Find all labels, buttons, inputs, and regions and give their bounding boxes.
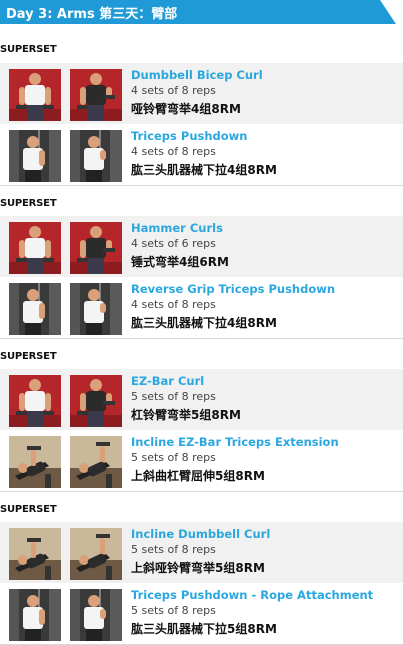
exercise-photo[interactable] <box>9 222 61 274</box>
exercise-row[interactable]: Hammer Curls 4 sets of 6 reps 锤式弯举4组6RM <box>0 216 403 278</box>
exercise-photo[interactable] <box>70 283 122 335</box>
exercise-sets: 4 sets of 8 reps <box>131 145 216 158</box>
exercise-photo-image <box>9 222 61 274</box>
exercise-name[interactable]: Dumbbell Bicep Curl <box>131 68 263 82</box>
exercise-photo-image <box>9 69 61 121</box>
exercise-row[interactable]: Reverse Grip Triceps Pushdown 4 sets of … <box>0 277 403 339</box>
exercise-row[interactable]: Triceps Pushdown 4 sets of 8 reps 肱三头肌器械… <box>0 124 403 186</box>
superset-label: SUPERSET <box>0 351 57 362</box>
exercise-row[interactable]: Dumbbell Bicep Curl 4 sets of 8 reps 哑铃臂… <box>0 63 403 125</box>
exercise-photo[interactable] <box>70 222 122 274</box>
exercise-photo-image <box>9 283 61 335</box>
exercise-photo[interactable] <box>70 375 122 427</box>
exercise-photo[interactable] <box>70 528 122 580</box>
exercise-chinese-label: 上斜曲杠臂屈伸5组8RM <box>131 469 265 483</box>
superset-label: SUPERSET <box>0 44 57 55</box>
exercise-photo[interactable] <box>70 130 122 182</box>
exercise-photo[interactable] <box>70 69 122 121</box>
exercise-photo-image <box>70 589 122 641</box>
exercise-chinese-label: 肱三头肌器械下拉5组8RM <box>131 622 277 636</box>
exercise-photo-image <box>9 375 61 427</box>
exercise-chinese-label: 肱三头肌器械下拉4组8RM <box>131 316 277 330</box>
exercise-name[interactable]: EZ-Bar Curl <box>131 374 204 388</box>
exercise-photo[interactable] <box>9 589 61 641</box>
exercise-photo[interactable] <box>9 283 61 335</box>
exercise-photo[interactable] <box>9 375 61 427</box>
exercise-chinese-label: 杠铃臂弯举5组8RM <box>131 408 241 422</box>
exercise-photo-image <box>9 589 61 641</box>
exercise-photo-image <box>70 528 122 580</box>
exercise-name[interactable]: Hammer Curls <box>131 221 223 235</box>
exercise-photo-image <box>9 130 61 182</box>
exercise-chinese-label: 锤式弯举4组6RM <box>131 255 229 269</box>
exercise-name[interactable]: Triceps Pushdown - Rope Attachment <box>131 588 373 602</box>
exercise-photo-image <box>70 130 122 182</box>
exercise-photo-image <box>70 375 122 427</box>
exercise-photo-image <box>70 222 122 274</box>
exercise-photo-image <box>70 283 122 335</box>
exercise-photo[interactable] <box>70 436 122 488</box>
exercise-photo-image <box>70 436 122 488</box>
header-title: Day 3: Arms 第三天：臂部 <box>6 7 178 22</box>
exercise-photo[interactable] <box>9 69 61 121</box>
exercise-chinese-label: 哑铃臂弯举4组8RM <box>131 102 241 116</box>
exercise-photo[interactable] <box>9 130 61 182</box>
exercise-photo[interactable] <box>70 589 122 641</box>
exercise-name[interactable]: Incline EZ-Bar Triceps Extension <box>131 435 339 449</box>
exercise-chinese-label: 上斜哑铃臂弯举5组8RM <box>131 561 265 575</box>
exercise-row[interactable]: Incline EZ-Bar Triceps Extension 5 sets … <box>0 430 403 492</box>
exercise-photo-image <box>70 69 122 121</box>
exercise-name[interactable]: Triceps Pushdown <box>131 129 247 143</box>
exercise-row[interactable]: Triceps Pushdown - Rope Attachment 5 set… <box>0 583 403 645</box>
exercise-row[interactable]: EZ-Bar Curl 5 sets of 8 reps 杠铃臂弯举5组8RM <box>0 369 403 431</box>
exercise-sets: 4 sets of 8 reps <box>131 84 216 97</box>
superset-label: SUPERSET <box>0 198 57 209</box>
exercise-photo-image <box>9 436 61 488</box>
exercise-sets: 4 sets of 8 reps <box>131 298 216 311</box>
exercise-row[interactable]: Incline Dumbbell Curl 5 sets of 8 reps 上… <box>0 522 403 584</box>
exercise-sets: 5 sets of 8 reps <box>131 451 216 464</box>
exercise-photo-image <box>9 528 61 580</box>
exercise-name[interactable]: Reverse Grip Triceps Pushdown <box>131 282 335 296</box>
exercise-sets: 5 sets of 8 reps <box>131 604 216 617</box>
exercise-photo[interactable] <box>9 436 61 488</box>
exercise-chinese-label: 肱三头肌器械下拉4组8RM <box>131 163 277 177</box>
exercise-name[interactable]: Incline Dumbbell Curl <box>131 527 270 541</box>
exercise-sets: 5 sets of 8 reps <box>131 390 216 403</box>
exercise-sets: 4 sets of 6 reps <box>131 237 216 250</box>
superset-label: SUPERSET <box>0 504 57 515</box>
exercise-photo[interactable] <box>9 528 61 580</box>
day-header: Day 3: Arms 第三天：臂部 <box>0 0 403 24</box>
exercise-sets: 5 sets of 8 reps <box>131 543 216 556</box>
